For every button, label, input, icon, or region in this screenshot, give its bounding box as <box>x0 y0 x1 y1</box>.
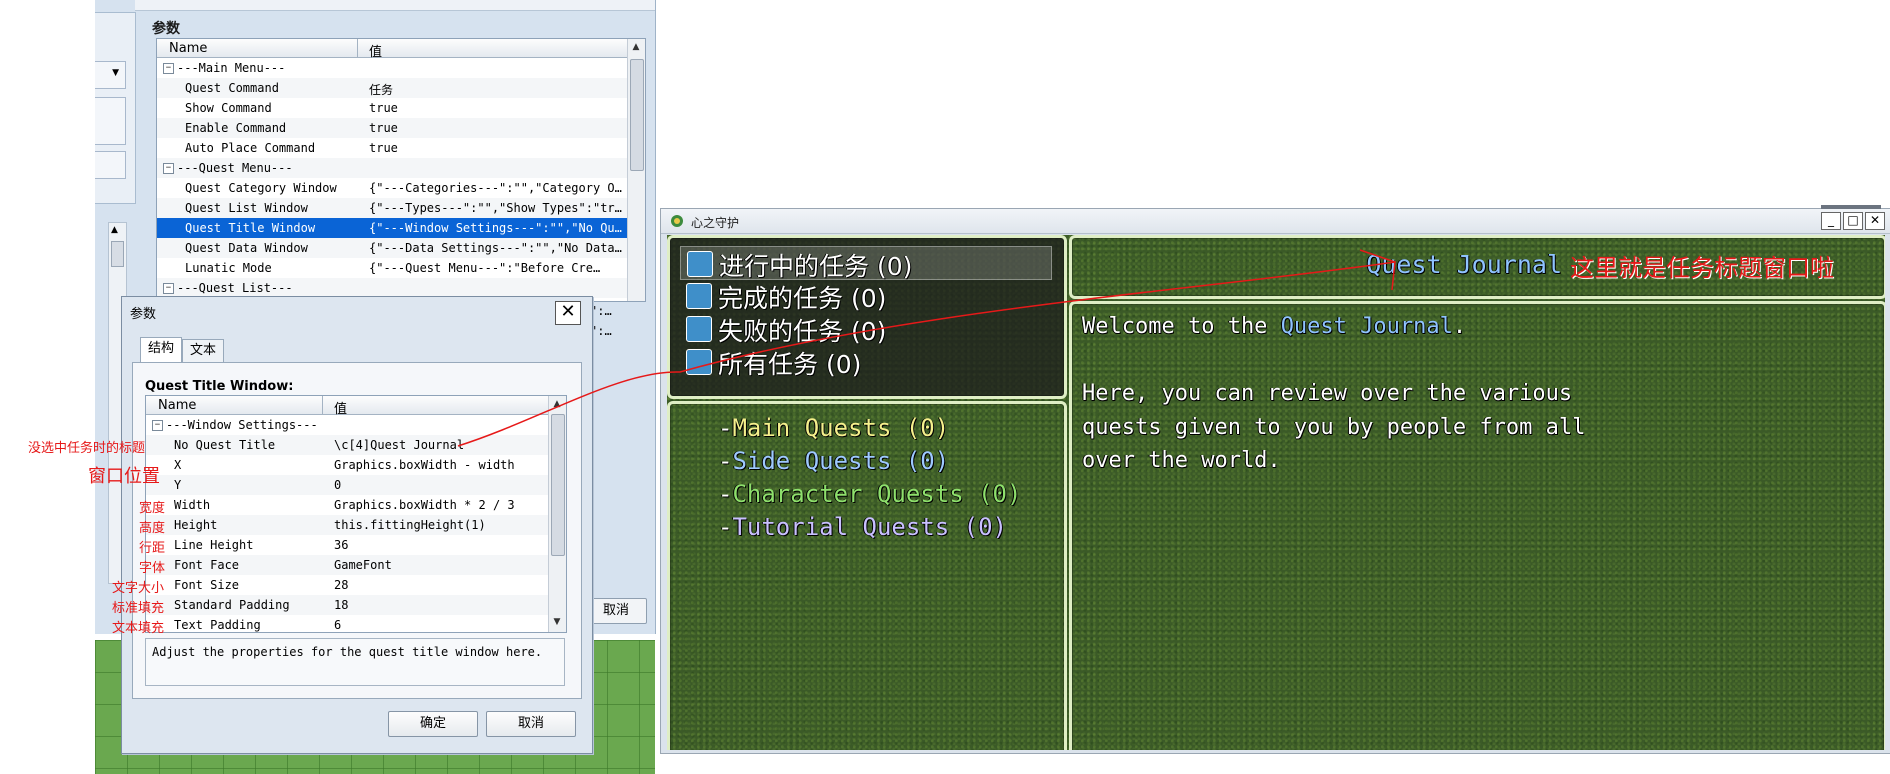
annotation-arrow <box>457 249 1396 447</box>
